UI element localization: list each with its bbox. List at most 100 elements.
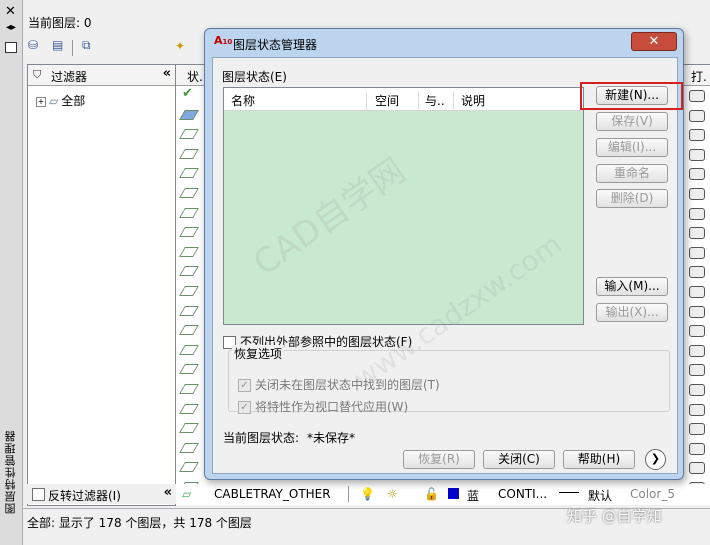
layer-status-icon: ✔: [182, 86, 194, 101]
source-credit: 知乎 @自学知: [567, 507, 662, 525]
layer-states-list[interactable]: 名称 空间 与.. 说明: [223, 87, 584, 325]
column-name[interactable]: 名称: [231, 92, 255, 109]
plot-icon[interactable]: [689, 207, 705, 220]
plot-icon[interactable]: [689, 462, 705, 475]
column-description[interactable]: 说明: [461, 92, 485, 109]
plot-icon[interactable]: [689, 148, 705, 161]
help-button[interactable]: 帮助(H): [563, 450, 635, 469]
toolbar-divider: [72, 40, 73, 56]
new-group-filter-icon[interactable]: ▤: [52, 38, 68, 52]
expand-icon[interactable]: +: [36, 96, 46, 107]
filter-tree-pane: ⛉ 过滤器 « + ▱ 全部: [27, 64, 176, 506]
layer-status-icon: [179, 344, 199, 355]
status-column: ✔: [176, 86, 203, 505]
autocad-logo-icon: A10: [214, 34, 233, 47]
tree-item-label: 全部: [61, 94, 86, 108]
column-same[interactable]: 与..: [425, 92, 445, 109]
delete-button[interactable]: 删除(D): [596, 189, 668, 208]
invert-filter-checkbox[interactable]: [32, 488, 45, 501]
turn-off-layers-option[interactable]: ✓ 关闭未在图层状态中找到的图层(T): [238, 376, 440, 393]
layer-status-icon: [179, 207, 199, 218]
layer-status-icon: [179, 364, 199, 375]
collapse-filter-icon[interactable]: «: [163, 66, 171, 81]
color-swatch[interactable]: [448, 488, 459, 499]
layer-states-manager-icon[interactable]: ⧉: [82, 38, 98, 52]
list-header: 名称 空间 与.. 说明: [224, 88, 583, 111]
on-off-icon[interactable]: 💡: [360, 487, 375, 501]
tree-item-all[interactable]: + ▱ 全部: [36, 92, 85, 109]
layer-status-icon: [179, 148, 199, 159]
plot-icon[interactable]: [689, 188, 705, 200]
current-state-label: 当前图层状态:: [223, 431, 300, 445]
plot-icon[interactable]: [689, 403, 705, 416]
plot-icon[interactable]: [689, 384, 705, 396]
layer-linetype[interactable]: CONTI...: [498, 487, 547, 501]
filter-icon: ⛉: [33, 68, 42, 81]
filter-pane-footer: 反转过滤器(I) «: [27, 484, 176, 504]
dialog-title: 图层状态管理器: [233, 38, 318, 52]
new-property-filter-icon[interactable]: ⛁: [28, 38, 44, 52]
filter-pane-title: 过滤器: [51, 70, 88, 84]
layer-status-icon: [179, 442, 199, 453]
plot-icon[interactable]: [689, 423, 705, 436]
layer-lineweight[interactable]: 默认: [588, 487, 612, 504]
plot-icon[interactable]: [689, 109, 705, 122]
column-plot[interactable]: 打.: [691, 68, 707, 85]
plot-icon[interactable]: [689, 325, 705, 338]
turn-off-layers-checkbox[interactable]: ✓: [238, 379, 251, 392]
freeze-icon[interactable]: ☼: [387, 487, 398, 501]
current-state-value: *未保存*: [307, 431, 356, 445]
plot-icon[interactable]: [689, 442, 705, 455]
rename-button[interactable]: 重命名: [596, 164, 668, 183]
plot-icon[interactable]: [689, 90, 705, 102]
viewport-override-label: 将特性作为视口替代应用(W): [255, 400, 409, 414]
layer-row[interactable]: ▱ CABLETRAY_OTHER 💡 ☼ 🔓 蓝 CONTI... 默认 Co…: [176, 484, 710, 504]
plot-icon[interactable]: [689, 266, 705, 279]
auto-hide-icon[interactable]: ◂▸: [6, 22, 16, 33]
current-layer-state: 当前图层状态: *未保存*: [223, 429, 355, 446]
plot-icon[interactable]: [689, 364, 705, 377]
column-divider: [348, 486, 349, 502]
plot-icon[interactable]: [689, 286, 705, 298]
plot-icon[interactable]: [689, 305, 705, 318]
edit-button[interactable]: 编辑(I)...: [596, 138, 668, 157]
collapse-icon[interactable]: «: [164, 485, 172, 500]
close-dialog-button[interactable]: 关闭(C): [483, 450, 555, 469]
plot-icon[interactable]: [689, 129, 705, 142]
layer-status-icon: [179, 462, 199, 473]
layer-status-icon: [179, 305, 199, 316]
layer-status-icon: [179, 168, 199, 179]
palette-side-strip: ✕ ◂▸ 图层特性管理器: [0, 0, 23, 545]
properties-icon[interactable]: [5, 42, 17, 53]
plot-icon[interactable]: [689, 246, 705, 259]
new-button[interactable]: 新建(N)...: [596, 86, 668, 105]
lineweight-sample: [559, 492, 579, 493]
layer-status-icon: ▱: [182, 487, 192, 501]
new-layer-icon[interactable]: ✦: [175, 39, 185, 53]
restore-options-title: 恢复选项: [232, 345, 285, 362]
plot-icon[interactable]: [689, 227, 705, 240]
layer-stack-icon: ▱: [49, 94, 59, 108]
restore-button[interactable]: 恢复(R): [403, 450, 475, 469]
layer-status-icon: [179, 403, 199, 414]
export-button[interactable]: 输出(X)...: [596, 303, 668, 322]
layer-status-icon: [179, 325, 199, 336]
layer-status-icon: [179, 384, 199, 394]
import-button[interactable]: 输入(M)...: [596, 277, 668, 296]
layer-color[interactable]: 蓝: [467, 487, 479, 504]
viewport-override-checkbox[interactable]: ✓: [238, 401, 251, 414]
close-palette-icon[interactable]: ✕: [5, 4, 16, 19]
lock-icon[interactable]: 🔓: [424, 487, 439, 501]
plot-icon[interactable]: [689, 344, 705, 357]
more-options-icon[interactable]: ❯: [645, 449, 666, 470]
save-button[interactable]: 保存(V): [596, 112, 668, 131]
layer-status-icon: [179, 188, 199, 198]
layer-name: CABLETRAY_OTHER: [214, 487, 331, 501]
close-button[interactable]: ✕: [631, 32, 677, 51]
layer-status-icon: [179, 246, 199, 257]
plot-icon[interactable]: [689, 168, 705, 181]
column-space[interactable]: 空间: [375, 92, 399, 109]
turn-off-layers-label: 关闭未在图层状态中找到的图层(T): [255, 378, 440, 392]
viewport-override-option[interactable]: ✓ 将特性作为视口替代应用(W): [238, 398, 408, 415]
layer-status-icon: [179, 227, 199, 238]
